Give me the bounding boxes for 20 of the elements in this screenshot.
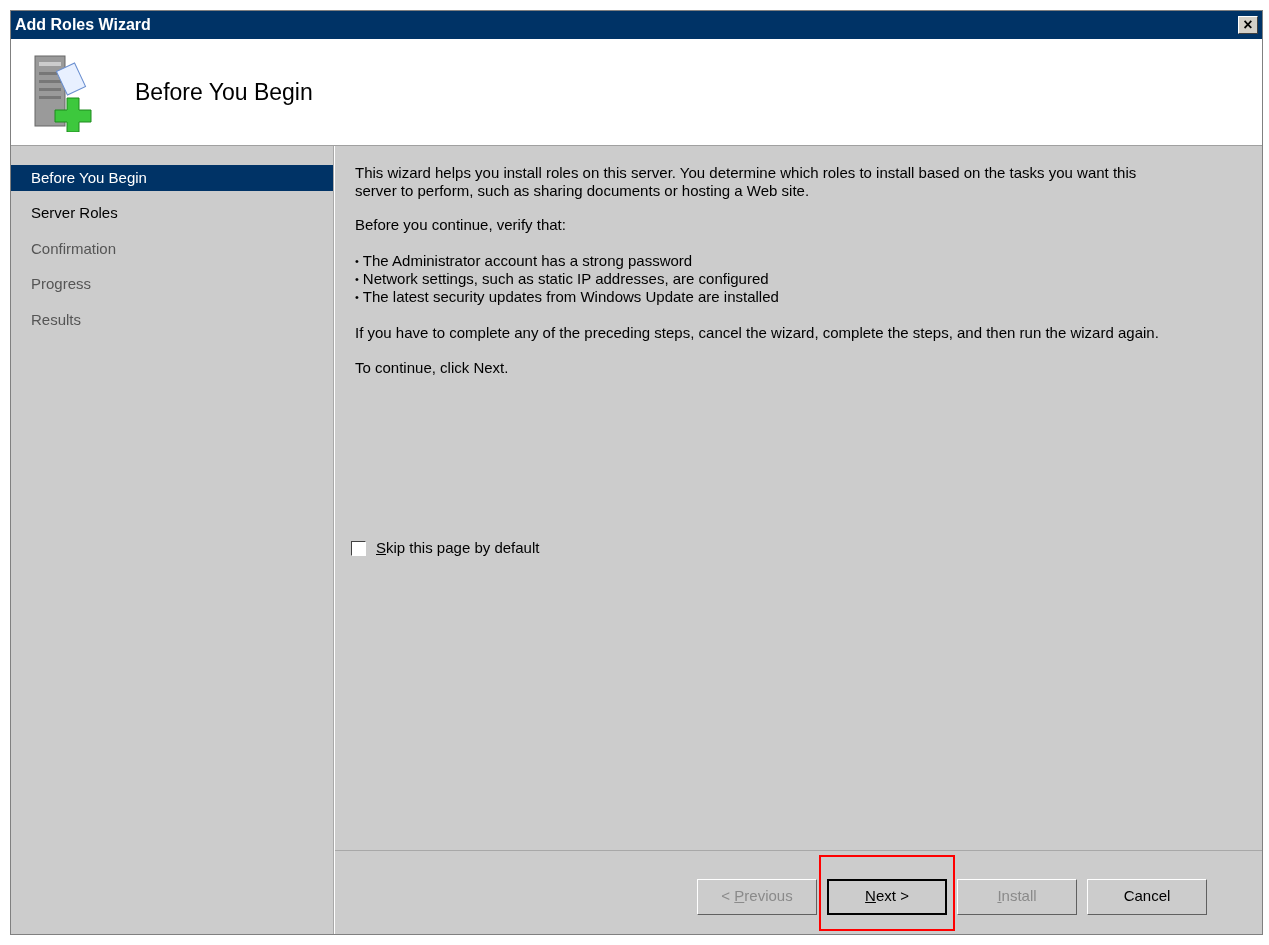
close-button[interactable]: × <box>1238 16 1258 34</box>
bullet-mark: • <box>355 254 359 269</box>
step-item[interactable]: Server Roles <box>11 200 333 227</box>
requirement-text: The Administrator account has a strong password <box>362 252 693 270</box>
note-text: If you have to complete any of the preceding steps, cancel the wizard, complete the steps, and then run the wizard again. <box>355 324 1160 342</box>
page-title: Before You Begin <box>135 77 313 107</box>
server-add-icon <box>31 52 95 132</box>
step-item[interactable]: Before You Begin <box>11 165 333 191</box>
verify-text: Before you continue, verify that: <box>355 216 567 234</box>
wizard-button[interactable]: Cancel <box>1087 878 1207 915</box>
continue-text: To continue, click Next. <box>355 359 510 377</box>
bullet-mark: • <box>355 272 359 287</box>
checkbox-label: Skip this page by default <box>376 539 540 557</box>
skip-checkbox[interactable] <box>351 540 366 556</box>
intro-text: This wizard helps you install roles on this server. You determine which roles to install based on the tasks you want this server to perform, such as sharing documents or hosting a Web site. <box>355 164 1138 200</box>
requirement-text: Network settings, such as static IP addresses, are configured <box>362 270 769 288</box>
bullet-mark: • <box>355 290 359 305</box>
wizard-button[interactable]: Next > <box>827 878 947 915</box>
requirement-text: The latest security updates from Windows Update are installed <box>362 288 779 306</box>
window-title: Add Roles Wizard <box>15 15 151 35</box>
